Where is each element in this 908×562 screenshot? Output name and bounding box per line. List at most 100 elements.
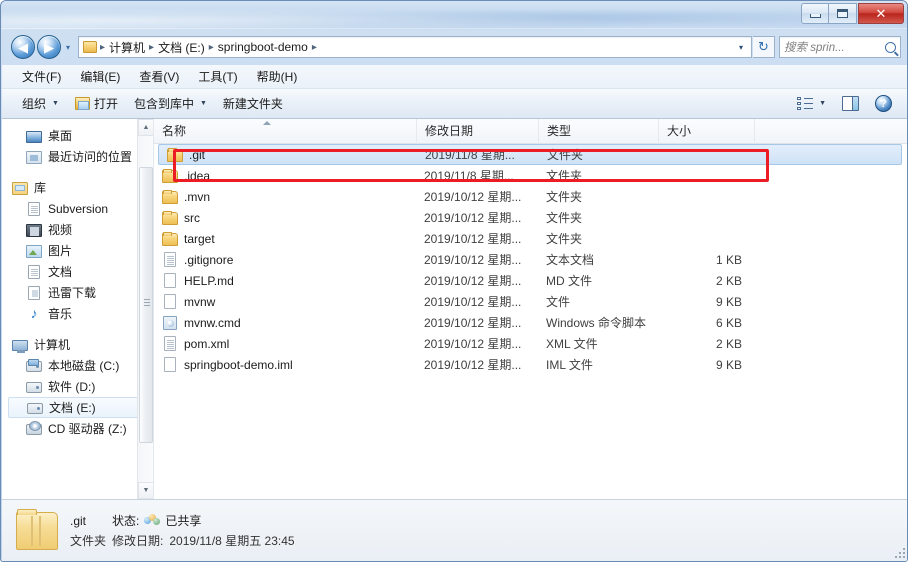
cd-drive-icon <box>26 421 42 435</box>
text-file-icon <box>164 336 176 351</box>
file-list: 名称 修改日期 类型 大小 .git 2019/11/8 星期... 文件夹 .… <box>154 119 907 499</box>
sidebar-item-subversion[interactable]: Subversion <box>2 198 153 219</box>
sidebar-item-label: 桌面 <box>48 129 73 143</box>
column-header-label: 类型 <box>547 123 572 138</box>
file-type: 文件夹 <box>546 232 583 246</box>
sidebar-item-recent-places[interactable]: 最近访问的位置 <box>2 146 153 167</box>
toolbar: 组织 ▼ 打开 包含到库中 ▼ 新建文件夹 ▼ ? <box>2 89 907 119</box>
breadcrumb-separator: ▸ <box>149 41 155 53</box>
sidebar-item-documents[interactable]: 文档 <box>2 261 153 282</box>
details-status-label: 状态: <box>112 514 140 528</box>
column-header-type[interactable]: 类型 <box>538 119 658 144</box>
show-preview-pane-button[interactable] <box>834 93 867 114</box>
drive-icon <box>27 403 43 414</box>
new-folder-button[interactable]: 新建文件夹 <box>215 92 291 115</box>
title-bar: ✕ <box>1 1 907 29</box>
help-button[interactable]: ? <box>867 92 900 115</box>
table-row[interactable]: pom.xml 2019/10/12 星期... XML 文件 2 KB <box>154 333 907 354</box>
sidebar-item-desktop[interactable]: 桌面 <box>2 125 153 146</box>
sidebar-item-videos[interactable]: 视频 <box>2 219 153 240</box>
breadcrumb-item-folder[interactable]: springboot-demo <box>215 40 311 54</box>
menu-item-tools[interactable]: 工具(T) <box>190 65 245 88</box>
details-text: .git 状态: 已共享 文件夹 修改日期: 2019/11/8 星期五 23:… <box>70 512 295 549</box>
table-row[interactable]: mvnw 2019/10/12 星期... 文件 9 KB <box>154 291 907 312</box>
file-name-cell: HELP.md <box>154 273 416 288</box>
menu-item-help[interactable]: 帮助(H) <box>249 65 306 88</box>
maximize-icon <box>837 9 848 18</box>
sidebar-item-drive-d[interactable]: 软件 (D:) <box>2 376 153 397</box>
scrollbar-thumb[interactable] <box>139 167 153 443</box>
open-label: 打开 <box>93 97 118 111</box>
file-name-cell: .idea <box>154 168 416 183</box>
file-name: pom.xml <box>184 336 230 351</box>
open-button[interactable]: 打开 <box>67 92 126 115</box>
back-button[interactable]: ◀ <box>11 35 35 59</box>
details-pane: .git 状态: 已共享 文件夹 修改日期: 2019/11/8 星期五 23:… <box>2 499 907 561</box>
file-name: HELP.md <box>184 273 234 288</box>
sidebar-item-cd-drive-z[interactable]: CD 驱动器 (Z:) <box>2 418 153 439</box>
table-row[interactable]: mvnw.cmd 2019/10/12 星期... Windows 命令脚本 6… <box>154 312 907 333</box>
organize-button[interactable]: 组织 ▼ <box>14 92 67 115</box>
include-in-library-button[interactable]: 包含到库中 ▼ <box>126 92 215 115</box>
file-name: .idea <box>184 168 211 183</box>
table-row[interactable]: HELP.md 2019/10/12 星期... MD 文件 2 KB <box>154 270 907 291</box>
sidebar-item-pictures[interactable]: 图片 <box>2 240 153 261</box>
forward-icon: ▶ <box>44 39 54 55</box>
table-row[interactable]: .gitignore 2019/10/12 星期... 文本文档 1 KB <box>154 249 907 270</box>
desktop-icon <box>26 130 42 143</box>
scroll-up-button[interactable]: ▲ <box>138 119 153 136</box>
details-status-value: 已共享 <box>165 514 202 528</box>
search-placeholder: 搜索 sprin... <box>784 42 845 54</box>
search-icon <box>885 41 896 53</box>
recent-locations-button[interactable]: ▾ <box>62 43 74 52</box>
table-row[interactable]: .idea 2019/11/8 星期... 文件夹 <box>154 165 907 186</box>
file-name: target <box>184 231 215 246</box>
refresh-button[interactable]: ↻ <box>753 36 775 58</box>
navigation-pane-scrollbar[interactable]: ▲ ▼ <box>137 119 153 499</box>
breadcrumb-item-computer[interactable]: 计算机 <box>106 39 148 56</box>
sidebar-item-local-disk-c[interactable]: 本地磁盘 (C:) <box>2 355 153 376</box>
sidebar-header-computer[interactable]: 计算机 <box>2 334 153 355</box>
file-rows: .git 2019/11/8 星期... 文件夹 .idea 2019/11/8… <box>154 144 907 375</box>
minimize-button[interactable] <box>801 3 829 24</box>
table-row[interactable]: springboot-demo.iml 2019/10/12 星期... IML… <box>154 354 907 375</box>
file-type: MD 文件 <box>546 274 592 288</box>
menu-item-file[interactable]: 文件(F) <box>14 65 69 88</box>
sidebar-header-libraries[interactable]: 库 <box>2 177 153 198</box>
folder-icon <box>162 210 178 225</box>
scroll-down-button[interactable]: ▼ <box>138 482 153 499</box>
chevron-down-icon[interactable]: ▾ <box>733 43 749 52</box>
column-header-date-modified[interactable]: 修改日期 <box>416 119 538 144</box>
file-name-cell: mvnw.cmd <box>154 315 416 330</box>
column-header-size[interactable]: 大小 <box>658 119 754 144</box>
table-row[interactable]: .mvn 2019/10/12 星期... 文件夹 <box>154 186 907 207</box>
sidebar-item-thunder-downloads[interactable]: 迅雷下载 <box>2 282 153 303</box>
folder-icon <box>83 41 97 53</box>
file-name-cell: .git <box>159 147 417 162</box>
sidebar-item-music[interactable]: ♪ 音乐 <box>2 303 153 324</box>
breadcrumb-item-drive[interactable]: 文档 (E:) <box>155 39 208 56</box>
table-row[interactable]: .git 2019/11/8 星期... 文件夹 <box>158 144 902 165</box>
search-input[interactable]: 搜索 sprin... <box>779 36 901 58</box>
forward-button[interactable]: ▶ <box>37 35 61 59</box>
table-row[interactable]: src 2019/10/12 星期... 文件夹 <box>154 207 907 228</box>
drive-icon <box>26 382 42 393</box>
details-date-label: 修改日期: <box>112 534 164 548</box>
file-type: 文本文档 <box>546 253 595 267</box>
close-button[interactable]: ✕ <box>858 3 904 24</box>
details-item-type: 文件夹 <box>70 534 107 548</box>
resize-grip[interactable] <box>893 546 905 558</box>
organize-label: 组织 <box>22 97 47 111</box>
column-header-name[interactable]: 名称 <box>154 119 416 144</box>
table-row[interactable]: target 2019/10/12 星期... 文件夹 <box>154 228 907 249</box>
file-type: 文件夹 <box>546 169 583 183</box>
file-date: 2019/10/12 星期... <box>424 337 522 351</box>
breadcrumb[interactable]: ▸ 计算机 ▸ 文档 (E:) ▸ springboot-demo ▸ ▾ <box>78 36 752 58</box>
column-headers: 名称 修改日期 类型 大小 <box>154 119 907 144</box>
sidebar-item-drive-e[interactable]: 文档 (E:) <box>8 397 147 418</box>
change-view-button[interactable]: ▼ <box>789 94 834 114</box>
details-line-2: 文件夹 修改日期: 2019/11/8 星期五 23:45 <box>70 532 295 549</box>
menu-item-edit[interactable]: 编辑(E) <box>72 65 128 88</box>
maximize-button[interactable] <box>829 3 857 24</box>
menu-item-view[interactable]: 查看(V) <box>131 65 187 88</box>
